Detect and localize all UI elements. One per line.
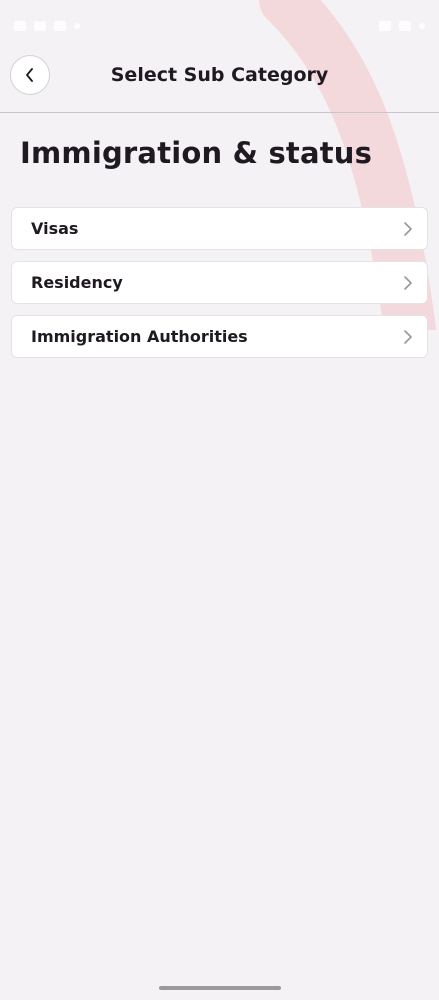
chevron-right-icon [401, 275, 415, 291]
notification-icon [34, 21, 46, 31]
status-bar-left [14, 21, 80, 31]
sub-category-label: Immigration Authorities [31, 327, 248, 346]
notification-icon [54, 21, 66, 31]
sub-category-label: Residency [31, 273, 123, 292]
signal-icon [379, 21, 391, 31]
home-indicator[interactable] [159, 986, 281, 990]
page-title: Immigration & status [20, 136, 373, 170]
chevron-right-icon [401, 329, 415, 345]
notification-icon [14, 21, 26, 31]
header-title: Select Sub Category [110, 64, 329, 86]
status-bar-right [379, 21, 425, 31]
sub-category-label: Visas [31, 219, 79, 238]
sub-category-item-visas[interactable]: Visas [11, 207, 428, 250]
sub-category-list: Visas Residency Immigration Authorities [11, 207, 428, 369]
status-bar [0, 0, 439, 52]
notification-dot-icon [74, 23, 80, 29]
sub-category-item-immigration-authorities[interactable]: Immigration Authorities [11, 315, 428, 358]
battery-icon [419, 23, 425, 29]
chevron-right-icon [401, 221, 415, 237]
wifi-icon [399, 21, 411, 31]
app-header: Select Sub Category [0, 52, 439, 113]
sub-category-item-residency[interactable]: Residency [11, 261, 428, 304]
